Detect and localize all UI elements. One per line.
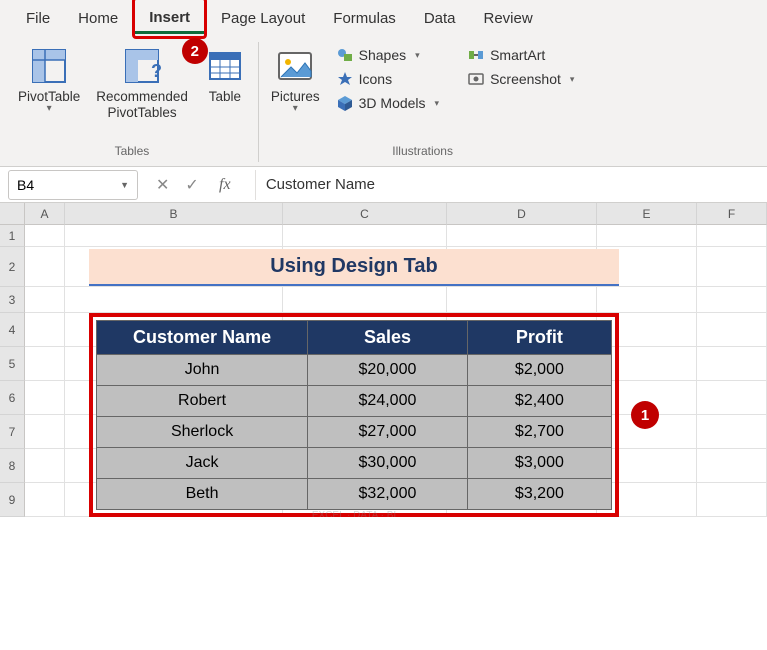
chevron-down-icon: ▾	[570, 74, 575, 85]
data-table[interactable]: Customer Name Sales Profit John$20,000$2…	[96, 320, 612, 510]
formula-bar: B4 ▼ ✕ ✓ fx Customer Name	[0, 167, 767, 203]
chevron-down-icon: ▾	[47, 103, 52, 115]
selection-highlight: Customer Name Sales Profit John$20,000$2…	[89, 313, 619, 517]
row-header[interactable]: 6	[0, 381, 25, 415]
table-label: Table	[209, 89, 241, 105]
name-box-value: B4	[17, 177, 34, 193]
tab-insert[interactable]: Insert	[132, 0, 207, 39]
recommended-pivot-icon: ?	[122, 46, 162, 86]
recommended-pivot-label: Recommended PivotTables	[96, 89, 188, 121]
svg-text:?: ?	[151, 61, 161, 81]
row-header[interactable]: 2	[0, 247, 25, 287]
name-box[interactable]: B4 ▼	[8, 170, 138, 200]
tab-data[interactable]: Data	[410, 0, 470, 36]
smartart-button[interactable]: SmartArt	[461, 44, 580, 66]
table-row: Jack$30,000$3,000	[97, 448, 612, 479]
group-label-tables: Tables	[115, 144, 150, 162]
table-header[interactable]: Sales	[308, 321, 468, 355]
chevron-down-icon: ▾	[293, 103, 298, 115]
tab-file[interactable]: File	[12, 0, 64, 36]
section-title: Using Design Tab	[89, 249, 619, 286]
smartart-icon	[467, 46, 485, 64]
cube-icon	[336, 94, 354, 112]
3d-models-button[interactable]: 3D Models ▾	[330, 92, 445, 114]
tab-review[interactable]: Review	[470, 0, 547, 36]
icons-icon	[336, 70, 354, 88]
cancel-icon[interactable]: ✕	[156, 175, 169, 195]
pictures-button[interactable]: Pictures ▾	[265, 42, 326, 144]
table-row: Sherlock$27,000$2,700	[97, 417, 612, 448]
shapes-button[interactable]: Shapes ▾	[330, 44, 445, 66]
tab-formulas[interactable]: Formulas	[319, 0, 410, 36]
group-label-illustrations: Illustrations	[392, 144, 453, 162]
table-row: John$20,000$2,000	[97, 355, 612, 386]
col-header[interactable]: A	[25, 203, 65, 225]
row-header[interactable]: 9	[0, 483, 25, 517]
worksheet: 1 2 3 4 5 6 7 8 9 A B C D E F	[0, 203, 767, 517]
row-header[interactable]: 1	[0, 225, 25, 247]
recommended-pivot-button[interactable]: ? Recommended PivotTables	[90, 42, 194, 144]
callout-badge-1: 1	[631, 401, 659, 429]
col-header[interactable]: D	[447, 203, 597, 225]
tab-page-layout[interactable]: Page Layout	[207, 0, 319, 36]
select-all-corner[interactable]	[0, 203, 25, 225]
row-header[interactable]: 5	[0, 347, 25, 381]
col-header[interactable]: C	[283, 203, 447, 225]
ribbon-tabs: File Home Insert Page Layout Formulas Da…	[0, 0, 767, 36]
table-header[interactable]: Profit	[467, 321, 611, 355]
ribbon: File Home Insert Page Layout Formulas Da…	[0, 0, 767, 167]
screenshot-icon	[467, 70, 485, 88]
table-row: Beth$32,000$3,200	[97, 479, 612, 510]
shapes-icon	[336, 46, 354, 64]
col-header[interactable]: E	[597, 203, 697, 225]
pivot-table-icon	[29, 46, 69, 86]
chevron-down-icon: ▾	[435, 98, 440, 109]
screenshot-label: Screenshot	[490, 71, 561, 87]
icons-button[interactable]: Icons	[330, 68, 445, 90]
smartart-label: SmartArt	[490, 47, 545, 63]
pictures-icon	[275, 46, 315, 86]
row-header[interactable]: 7	[0, 415, 25, 449]
callout-badge-2: 2	[182, 38, 208, 64]
cell-grid[interactable]: Using Design Tab Customer Name Sales Pro…	[25, 225, 767, 517]
row-header[interactable]: 3	[0, 287, 25, 313]
icons-label: Icons	[359, 71, 392, 87]
group-illustrations: Pictures ▾ Shapes ▾ I	[259, 42, 587, 162]
pivot-table-button[interactable]: PivotTable ▾	[12, 42, 86, 144]
row-header[interactable]: 8	[0, 449, 25, 483]
chevron-down-icon: ▾	[415, 50, 420, 61]
tab-home[interactable]: Home	[64, 0, 132, 36]
screenshot-button[interactable]: Screenshot ▾	[461, 68, 580, 90]
shapes-label: Shapes	[359, 47, 406, 63]
ribbon-body: 2 PivotTable ▾ ? Recommended PivotTables	[0, 36, 767, 166]
chevron-down-icon: ▼	[120, 180, 129, 190]
col-header[interactable]: F	[697, 203, 767, 225]
fx-icon[interactable]: fx	[215, 176, 235, 194]
table-row: Robert$24,000$2,400	[97, 386, 612, 417]
table-header[interactable]: Customer Name	[97, 321, 308, 355]
table-icon	[205, 46, 245, 86]
enter-icon[interactable]: ✓	[185, 175, 198, 195]
formula-input[interactable]: Customer Name	[255, 170, 767, 200]
3d-models-label: 3D Models	[359, 95, 426, 111]
group-tables: 2 PivotTable ▾ ? Recommended PivotTables	[6, 42, 259, 162]
col-header[interactable]: B	[65, 203, 283, 225]
row-header[interactable]: 4	[0, 313, 25, 347]
